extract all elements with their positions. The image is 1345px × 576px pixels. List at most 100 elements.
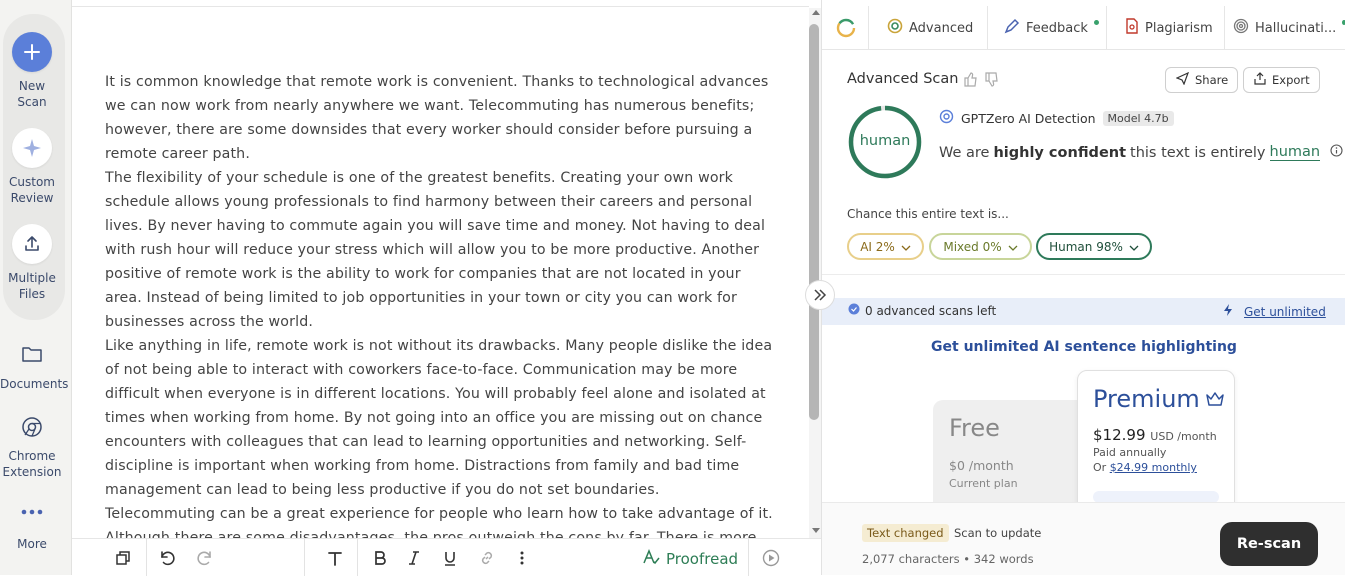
premium-billing-monthly: Or $24.99 monthly: [1093, 461, 1197, 474]
panel-tabs: Advanced Feedback Plagiarism Hallucinati…: [822, 6, 1345, 50]
premium-plan-card[interactable]: Premium $12.99 USD /month Paid annually …: [1077, 370, 1235, 520]
scans-left-info: 0 advanced scans left: [848, 303, 996, 318]
custom-review-button[interactable]: Custom Review: [0, 128, 64, 206]
double-chevron-right-icon: [813, 286, 827, 305]
human-percent-pill[interactable]: Human 98%: [1036, 233, 1152, 260]
chrome-extension-label: Chrome Extension: [2, 449, 62, 479]
export-icon: [1254, 72, 1266, 88]
export-button[interactable]: Export: [1243, 67, 1320, 93]
new-scan-button[interactable]: New Scan: [0, 32, 64, 110]
premium-price-currency: USD /month: [1150, 430, 1217, 443]
editor-scrollbar-thumb[interactable]: [809, 24, 819, 420]
collapse-panel-button[interactable]: [805, 280, 835, 310]
more-button[interactable]: More: [0, 504, 64, 552]
rating-buttons: [963, 72, 999, 90]
new-scan-label: New Scan: [17, 79, 47, 109]
paragraph: Telecommuting can be a great experience …: [105, 506, 773, 540]
chevron-down-icon: [1129, 240, 1139, 254]
mixed-percent-pill[interactable]: Mixed 0%: [929, 233, 1032, 260]
undo-icon[interactable]: [158, 549, 176, 567]
text-changed-badge: Text changed: [862, 524, 949, 542]
toolbar-divider: [146, 539, 147, 576]
document-icon: [1125, 18, 1139, 38]
link-icon[interactable]: [478, 549, 496, 567]
premium-plan-title: Premium: [1093, 385, 1225, 413]
chevron-down-icon: [1008, 240, 1018, 254]
upload-icon: [12, 224, 52, 264]
scans-left-label: 0 advanced scans left: [865, 303, 997, 318]
results-panel: Advanced Feedback Plagiarism Hallucinati…: [821, 0, 1345, 575]
get-unlimited-link[interactable]: Get unlimited: [1222, 303, 1326, 320]
tab-advanced[interactable]: Advanced: [868, 6, 987, 50]
tab-hallucination[interactable]: Hallucinati...: [1224, 6, 1345, 50]
export-label: Export: [1272, 73, 1310, 87]
toolbar-divider: [748, 539, 749, 576]
text-style-icon[interactable]: [326, 549, 344, 567]
sparkle-icon: [12, 128, 52, 168]
editor-toolbar: Proofread: [72, 538, 821, 576]
bold-icon[interactable]: [371, 549, 389, 567]
more-options-icon[interactable]: [513, 549, 531, 567]
thumbs-down-icon[interactable]: [984, 72, 999, 90]
human-pill-label: Human 98%: [1049, 239, 1123, 254]
lightning-icon: [1222, 303, 1234, 320]
redo-icon[interactable]: [196, 549, 214, 567]
model-badge: Model 4.7b: [1102, 110, 1174, 126]
scroll-up-arrow[interactable]: [812, 10, 820, 15]
plus-icon: [12, 32, 52, 72]
editor-content[interactable]: It is common knowledge that remote work …: [105, 70, 775, 540]
tab-hallucination-label: Hallucinati...: [1255, 20, 1337, 36]
scroll-down-arrow[interactable]: [812, 528, 820, 533]
confidence-mid: this text is entirely: [1130, 144, 1266, 161]
proofread-icon: [642, 548, 660, 570]
confidence-value: human: [1269, 144, 1321, 161]
italic-icon[interactable]: [405, 549, 423, 567]
multiple-files-button[interactable]: Multiple Files: [0, 224, 64, 302]
tab-advanced-label: Advanced: [909, 20, 974, 36]
current-plan-label: Current plan: [949, 477, 1018, 490]
send-icon: [1175, 71, 1190, 88]
pen-icon: [1004, 18, 1020, 38]
check-circle-icon: [848, 303, 860, 318]
ai-percent-pill[interactable]: AI 2%: [847, 233, 924, 260]
free-price-value: $0: [949, 458, 965, 473]
multiple-files-label: Multiple Files: [8, 271, 56, 301]
paragraph: It is common knowledge that remote work …: [105, 74, 769, 162]
spiral-icon: [1233, 18, 1249, 38]
proofread-button[interactable]: Proofread: [642, 548, 738, 570]
play-icon[interactable]: [762, 549, 780, 567]
copy-icon[interactable]: [114, 549, 132, 567]
premium-monthly-link[interactable]: $24.99 monthly: [1110, 461, 1197, 474]
chrome-extension-button[interactable]: Chrome Extension: [0, 416, 64, 480]
crown-icon: [1205, 385, 1225, 413]
thumbs-up-icon[interactable]: [963, 72, 978, 90]
rescan-button[interactable]: Re-scan: [1220, 522, 1318, 566]
documents-button[interactable]: Documents: [0, 344, 68, 392]
tab-plagiarism-label: Plagiarism: [1145, 20, 1213, 36]
text-editor[interactable]: It is common knowledge that remote work …: [72, 0, 821, 576]
premium-price-value: $12.99: [1093, 426, 1146, 444]
underline-icon[interactable]: [441, 549, 459, 567]
verdict-label: human: [859, 133, 911, 149]
scan-to-update-label: Scan to update: [954, 526, 1042, 540]
toolbar-divider: [304, 539, 305, 576]
get-unlimited-label: Get unlimited: [1244, 304, 1326, 319]
share-button[interactable]: Share: [1165, 67, 1238, 93]
share-label: Share: [1195, 73, 1229, 87]
panel-footer: Text changed Scan to update 2,077 charac…: [822, 502, 1345, 575]
section-divider: [822, 274, 1345, 275]
folder-icon: [0, 344, 64, 368]
free-plan-title: Free: [949, 414, 1000, 442]
chance-label: Chance this entire text is...: [847, 207, 1009, 221]
premium-title-text: Premium: [1093, 385, 1200, 413]
more-icon: [0, 504, 64, 524]
detector-line: GPTZero AI Detection Model 4.7b: [939, 109, 1174, 127]
detector-logo-icon: [939, 109, 954, 127]
info-icon[interactable]: [1330, 144, 1343, 161]
proofread-label: Proofread: [666, 550, 739, 568]
confidence-pre: We are: [939, 144, 990, 161]
tab-plagiarism[interactable]: Plagiarism: [1106, 6, 1224, 50]
free-plan-price: $0 /month: [949, 458, 1014, 473]
mixed-pill-label: Mixed 0%: [943, 239, 1002, 254]
tab-feedback[interactable]: Feedback: [987, 6, 1106, 50]
